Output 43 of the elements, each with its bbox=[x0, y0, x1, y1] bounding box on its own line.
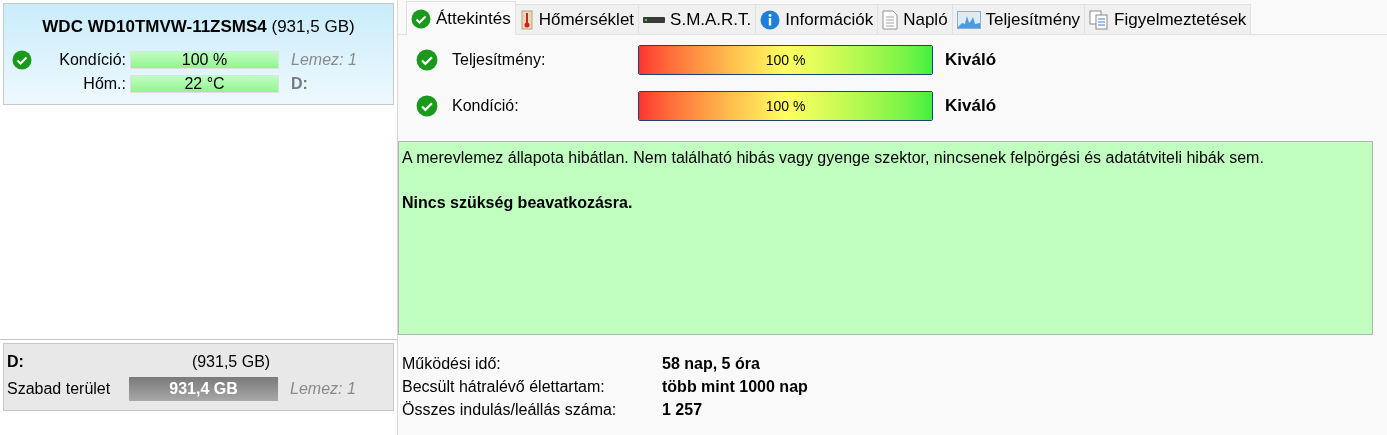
meter-track: 22 °C bbox=[130, 74, 279, 93]
disk-card[interactable]: WDC WD10TMVW-11ZSMS4 (931,5 GB) Kondíció: 100 % Lemez: 1 Hőm.: 22 °C D: bbox=[3, 3, 394, 105]
action-message: Nincs szükség beavatkozásra. bbox=[402, 193, 634, 213]
disk-note: D: bbox=[291, 73, 308, 94]
stat-label: Összes indulás/leállás száma: bbox=[402, 399, 618, 420]
document-icon bbox=[882, 9, 899, 30]
documents-icon bbox=[1089, 9, 1110, 30]
meter-track: 100 % bbox=[130, 50, 279, 69]
rating-bar: 100 % bbox=[638, 91, 933, 121]
free-space-bar: 931,4 GB bbox=[129, 377, 278, 401]
free-space-label: Szabad terület bbox=[7, 379, 112, 399]
partition-size: (931,5 GB) bbox=[191, 352, 271, 372]
disk-note: Lemez: 1 bbox=[290, 379, 356, 399]
area-chart-icon bbox=[956, 10, 981, 29]
tab[interactable]: S.M.A.R.T. bbox=[639, 4, 757, 34]
tab[interactable]: Hőmérséklet bbox=[515, 4, 640, 34]
field-label: Hőm.: bbox=[82, 73, 127, 94]
stat-label: Becsült hátralévő élettartam: bbox=[402, 376, 606, 397]
stat-value: több mint 1000 nap bbox=[662, 376, 808, 397]
stat-value: 1 257 bbox=[662, 399, 703, 420]
disk-note: Lemez: 1 bbox=[291, 49, 357, 70]
tab[interactable]: Teljesítmény bbox=[952, 4, 1086, 34]
status-message: A merevlemez állapota hibátlan. Nem található hibás vagy gyenge szektor, nincsenek felpörgési és adatátviteli hibák sem. bbox=[402, 148, 1265, 168]
info-icon bbox=[760, 9, 781, 30]
rating-verdict: Kiváló bbox=[945, 95, 997, 118]
stat-label: Működési idő: bbox=[402, 353, 502, 374]
partition-letter: D: bbox=[7, 352, 24, 372]
tab[interactable]: Áttekintés bbox=[406, 1, 516, 35]
rating-label: Kondíció: bbox=[452, 96, 520, 116]
thermometer-icon bbox=[519, 9, 534, 30]
check-icon bbox=[411, 8, 431, 29]
tab[interactable]: Figyelmeztetések bbox=[1085, 4, 1252, 34]
tab[interactable]: Napló bbox=[878, 4, 953, 34]
rating-bar: 100 % bbox=[638, 45, 933, 75]
disk-model: WDC WD10TMVW-11ZSMS4 bbox=[42, 17, 267, 36]
rating-verdict: Kiváló bbox=[945, 49, 997, 72]
drive-icon bbox=[643, 14, 666, 25]
field-label: Kondíció: bbox=[58, 49, 127, 70]
stat-value: 58 nap, 5 óra bbox=[662, 353, 760, 374]
disk-size: (931,5 GB) bbox=[270, 17, 355, 36]
tab[interactable]: Információk bbox=[756, 4, 879, 34]
partition-card[interactable]: D: (931,5 GB) Szabad terület 931,4 GB Lemez: 1 bbox=[3, 343, 394, 411]
rating-label: Teljesítmény: bbox=[452, 50, 547, 70]
